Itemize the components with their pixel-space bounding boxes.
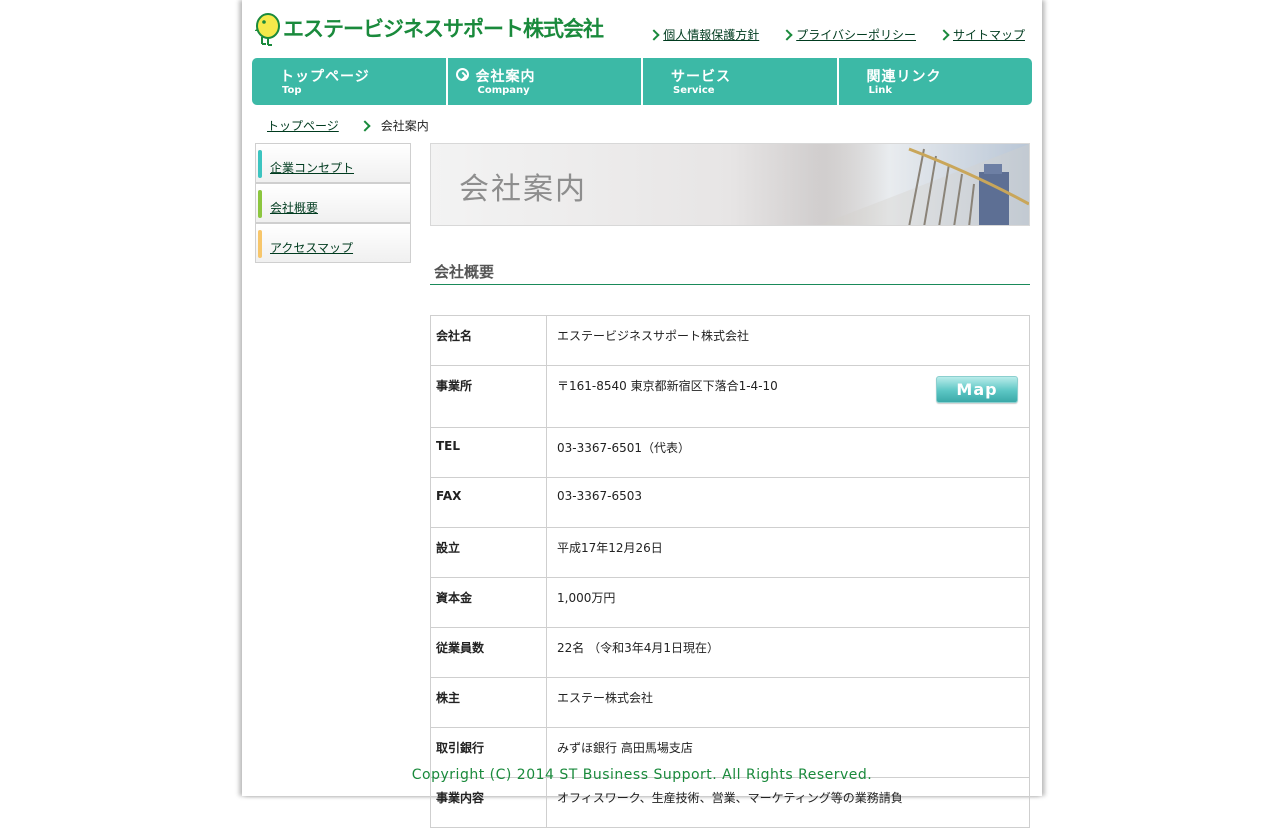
breadcrumb-current: 会社案内 bbox=[380, 119, 429, 133]
sidebar-item-label[interactable]: 企業コンセプト bbox=[270, 159, 354, 176]
nav-sublabel: Top bbox=[282, 85, 302, 96]
row-value: エステー株式会社 bbox=[546, 677, 1030, 728]
arrow-circle-icon bbox=[455, 68, 469, 81]
table-row: 事業内容 オフィスワーク、生産技術、営業、マーケティング等の業務請負 bbox=[430, 777, 1030, 828]
nav-service[interactable]: サービス Service bbox=[643, 58, 839, 105]
sidebar-item-label[interactable]: アクセスマップ bbox=[270, 239, 353, 256]
link-sitemap[interactable]: サイトマップ bbox=[938, 26, 1025, 43]
page-banner: 会社案内 bbox=[430, 143, 1030, 226]
row-value: 〒161-8540 東京都新宿区下落合1-4-10 bbox=[557, 379, 778, 393]
sidebar-item-overview[interactable]: 会社概要 bbox=[255, 183, 411, 223]
color-bar bbox=[258, 190, 262, 218]
company-name: エステービジネスサポート株式会社 bbox=[283, 17, 604, 41]
row-value: 22名 （令和3年4月1日現在） bbox=[546, 627, 1030, 678]
link-privacy-protection[interactable]: 個人情報保護方針 bbox=[648, 26, 759, 43]
nav-label: トップページ bbox=[280, 69, 370, 85]
section-title: 会社概要 bbox=[434, 263, 495, 281]
sidebar: 企業コンセプト 会社概要 アクセスマップ bbox=[255, 143, 411, 263]
nav-top[interactable]: トップページ Top bbox=[252, 58, 448, 105]
table-row: 事業所 〒161-8540 東京都新宿区下落合1-4-10 Map bbox=[430, 365, 1030, 428]
nav-label: サービス bbox=[671, 69, 731, 85]
main-nav: トップページ Top 会社案内 Company サービス Service 関連リ… bbox=[252, 58, 1032, 105]
copyright: Copyright (C) 2014 ST Business Support. … bbox=[411, 767, 873, 783]
chevron-right-icon bbox=[938, 28, 950, 41]
table-row: 会社名 エステービジネスサポート株式会社 bbox=[430, 315, 1030, 366]
row-key: 事業内容 bbox=[430, 777, 547, 828]
link-privacy-policy[interactable]: プライバシーポリシー bbox=[781, 26, 916, 43]
nav-label: 関連リンク bbox=[866, 69, 942, 85]
table-row: 従業員数 22名 （令和3年4月1日現在） bbox=[430, 627, 1030, 678]
color-bar bbox=[258, 230, 262, 258]
header-links: 個人情報保護方針 プライバシーポリシー サイトマップ bbox=[648, 26, 1025, 43]
nav-link[interactable]: 関連リンク Link bbox=[838, 58, 1032, 105]
color-bar bbox=[258, 150, 262, 178]
breadcrumb-home[interactable]: トップページ bbox=[267, 117, 339, 134]
building-photo bbox=[814, 144, 1029, 225]
sidebar-item-access[interactable]: アクセスマップ bbox=[255, 223, 411, 263]
row-key: 資本金 bbox=[430, 577, 547, 628]
section-heading: 会社概要 bbox=[430, 261, 1030, 285]
banner-title: 会社案内 bbox=[459, 172, 587, 207]
row-key: 事業所 bbox=[430, 365, 547, 428]
company-info-table: 会社名 エステービジネスサポート株式会社 事業所 〒161-8540 東京都新宿区下… bbox=[430, 315, 1030, 828]
nav-sublabel: Company bbox=[477, 85, 530, 96]
row-value: 03-3367-6503 bbox=[546, 477, 1030, 528]
nav-sublabel: Link bbox=[868, 85, 893, 96]
row-key: 従業員数 bbox=[430, 627, 547, 678]
chevron-right-icon bbox=[781, 28, 793, 41]
breadcrumb: トップページ 会社案内 bbox=[267, 117, 429, 134]
sidebar-item-concept[interactable]: 企業コンセプト bbox=[255, 143, 411, 183]
nav-label: 会社案内 bbox=[475, 69, 536, 85]
chevron-right-icon bbox=[648, 28, 660, 41]
row-value: 03-3367-6501（代表） bbox=[546, 427, 1030, 478]
company-logo[interactable]: エステービジネスサポート株式会社 bbox=[255, 12, 604, 46]
chevron-right-icon bbox=[359, 119, 371, 132]
row-value: 平成17年12月26日 bbox=[546, 527, 1030, 578]
row-key: 会社名 bbox=[430, 315, 547, 366]
row-value-cell: 〒161-8540 東京都新宿区下落合1-4-10 Map bbox=[546, 365, 1030, 428]
row-value: エステービジネスサポート株式会社 bbox=[546, 315, 1030, 366]
page: エステービジネスサポート株式会社 個人情報保護方針 プライバシーポリシー サイト… bbox=[242, 0, 1042, 828]
bird-mascot-icon bbox=[255, 13, 280, 46]
table-row: FAX 03-3367-6503 bbox=[430, 477, 1030, 528]
table-row: TEL 03-3367-6501（代表） bbox=[430, 427, 1030, 478]
row-key: 設立 bbox=[430, 527, 547, 578]
map-button[interactable]: Map bbox=[936, 376, 1018, 403]
nav-company[interactable]: 会社案内 Company bbox=[447, 58, 643, 105]
table-row: 資本金 1,000万円 bbox=[430, 577, 1030, 628]
row-key: TEL bbox=[430, 427, 547, 478]
table-row: 株主 エステー株式会社 bbox=[430, 677, 1030, 728]
row-key: 株主 bbox=[430, 677, 547, 728]
row-value: 1,000万円 bbox=[546, 577, 1030, 628]
nav-sublabel: Service bbox=[673, 85, 715, 96]
table-row: 設立 平成17年12月26日 bbox=[430, 527, 1030, 578]
row-key: FAX bbox=[430, 477, 547, 528]
sidebar-item-label[interactable]: 会社概要 bbox=[270, 199, 318, 216]
row-value: オフィスワーク、生産技術、営業、マーケティング等の業務請負 bbox=[546, 777, 1030, 828]
